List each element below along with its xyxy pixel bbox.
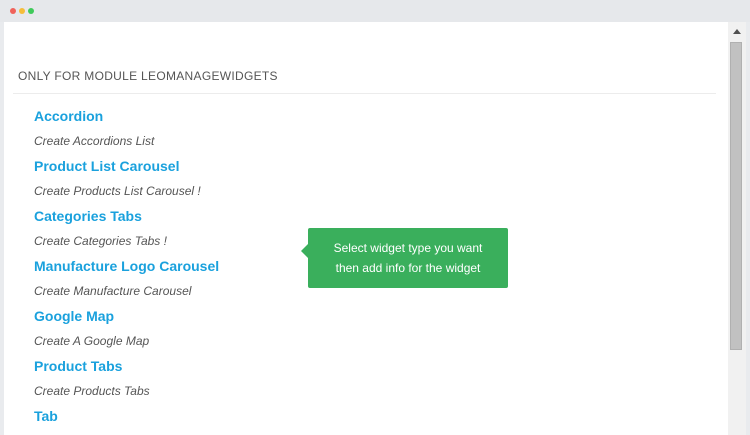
content-window: ONLY FOR MODULE LEOMANAGEWIDGETS Accordi… xyxy=(4,22,746,435)
close-window-icon[interactable] xyxy=(10,8,16,14)
widget-link-product-list-carousel[interactable]: Product List Carousel xyxy=(34,158,179,174)
widget-description: Create Products List Carousel ! xyxy=(34,184,201,198)
tooltip-arrow xyxy=(301,244,308,258)
widget-link-google-map[interactable]: Google Map xyxy=(34,308,114,324)
widget-link-tab[interactable]: Tab xyxy=(34,408,58,424)
widget-description: Create A Google Map xyxy=(34,334,150,348)
widget-description: Create Accordions List xyxy=(34,134,155,148)
title-bar xyxy=(0,0,750,22)
widget-description: Create Categories Tabs ! xyxy=(34,234,167,248)
section-divider xyxy=(13,93,716,94)
maximize-window-icon[interactable] xyxy=(28,8,34,14)
scrollbar-thumb[interactable] xyxy=(730,42,742,350)
widget-description: Create Products Tabs xyxy=(34,384,150,398)
section-title: ONLY FOR MODULE LEOMANAGEWIDGETS xyxy=(18,69,278,83)
widget-link-manufacture-logo-carousel[interactable]: Manufacture Logo Carousel xyxy=(34,258,219,274)
minimize-window-icon[interactable] xyxy=(19,8,25,14)
widget-link-categories-tabs[interactable]: Categories Tabs xyxy=(34,208,142,224)
tooltip-line-2: then add info for the widget xyxy=(335,261,481,275)
scroll-up-arrow-icon[interactable] xyxy=(733,29,741,34)
widget-description: Create Manufacture Carousel xyxy=(34,284,192,298)
widget-link-product-tabs[interactable]: Product Tabs xyxy=(34,358,122,374)
widget-link-accordion[interactable]: Accordion xyxy=(34,108,103,124)
vertical-scrollbar[interactable] xyxy=(728,22,746,435)
hint-tooltip: Select widget type you want then add inf… xyxy=(301,228,508,288)
tooltip-line-1: Select widget type you want xyxy=(333,241,483,255)
